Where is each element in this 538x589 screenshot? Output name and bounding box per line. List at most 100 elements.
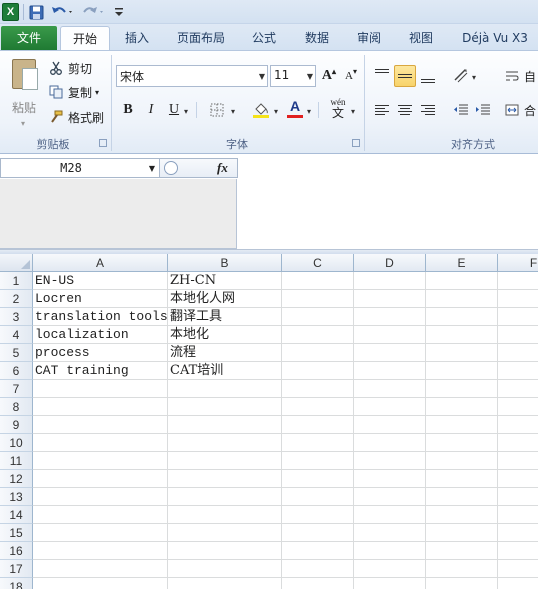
grow-font-button[interactable]: A ▴ [318, 65, 340, 87]
undo-icon[interactable] [49, 3, 75, 21]
cell-e13[interactable] [426, 488, 498, 506]
cell-e12[interactable] [426, 470, 498, 488]
cell-d16[interactable] [354, 542, 426, 560]
cell-d6[interactable] [354, 362, 426, 380]
column-header-d[interactable]: D [354, 254, 426, 272]
cell-a4[interactable]: localization [33, 326, 168, 344]
save-icon[interactable] [27, 3, 45, 21]
cell-c14[interactable] [282, 506, 354, 524]
increase-indent-button[interactable] [472, 99, 494, 121]
redo-icon[interactable] [80, 3, 106, 21]
cell-d8[interactable] [354, 398, 426, 416]
row-header[interactable]: 6 [0, 362, 33, 380]
column-header-b[interactable]: B [168, 254, 282, 272]
tab-data[interactable]: 数据 [296, 26, 338, 50]
cell-c8[interactable] [282, 398, 354, 416]
cell-c4[interactable] [282, 326, 354, 344]
cell-d10[interactable] [354, 434, 426, 452]
cell-f13[interactable] [498, 488, 538, 506]
cell-d13[interactable] [354, 488, 426, 506]
cell-a2[interactable]: Locren [33, 290, 168, 308]
cell-b13[interactable] [168, 488, 282, 506]
tab-home[interactable]: 开始 [60, 26, 110, 50]
format-painter-button[interactable]: 格式刷 [48, 107, 104, 127]
row-header[interactable]: 3 [0, 308, 33, 326]
cut-button[interactable]: 剪切 [48, 58, 92, 78]
cell-d3[interactable] [354, 308, 426, 326]
cell-c1[interactable] [282, 272, 354, 290]
cell-a7[interactable] [33, 380, 168, 398]
cell-e18[interactable] [426, 578, 498, 589]
cell-a15[interactable] [33, 524, 168, 542]
cell-e10[interactable] [426, 434, 498, 452]
cell-d12[interactable] [354, 470, 426, 488]
cell-a11[interactable] [33, 452, 168, 470]
decrease-indent-button[interactable] [450, 99, 472, 121]
paste-button[interactable]: 粘贴 ▾ [8, 57, 40, 128]
clipboard-launcher-icon[interactable] [99, 139, 107, 147]
worksheet-grid[interactable]: A B C D E F 1 EN-US ZH-CN 2 Locren 本地化人网 3 tran… [0, 254, 538, 589]
cell-f9[interactable] [498, 416, 538, 434]
cell-c17[interactable] [282, 560, 354, 578]
cell-b11[interactable] [168, 452, 282, 470]
row-header[interactable]: 5 [0, 344, 33, 362]
tab-review[interactable]: 审阅 [348, 26, 390, 50]
cell-e6[interactable] [426, 362, 498, 380]
cell-c12[interactable] [282, 470, 354, 488]
cell-f4[interactable] [498, 326, 538, 344]
cell-f5[interactable] [498, 344, 538, 362]
merge-center-button[interactable]: 合 [504, 100, 536, 120]
formula-input[interactable] [238, 158, 538, 178]
cell-b14[interactable] [168, 506, 282, 524]
cell-e9[interactable] [426, 416, 498, 434]
cell-a12[interactable] [33, 470, 168, 488]
cell-e5[interactable] [426, 344, 498, 362]
cell-d9[interactable] [354, 416, 426, 434]
bold-button[interactable]: B [117, 99, 139, 121]
cell-b5[interactable]: 流程 [168, 344, 282, 362]
cell-d18[interactable] [354, 578, 426, 589]
row-header[interactable]: 15 [0, 524, 33, 542]
underline-button[interactable]: U [163, 99, 185, 121]
row-header[interactable]: 12 [0, 470, 33, 488]
row-header[interactable]: 9 [0, 416, 33, 434]
cell-e15[interactable] [426, 524, 498, 542]
align-center-button[interactable] [394, 99, 416, 121]
cell-a16[interactable] [33, 542, 168, 560]
italic-button[interactable]: I [140, 99, 162, 121]
excel-logo-icon[interactable]: X [2, 3, 19, 21]
cell-f7[interactable] [498, 380, 538, 398]
cell-d7[interactable] [354, 380, 426, 398]
cell-b17[interactable] [168, 560, 282, 578]
cell-c16[interactable] [282, 542, 354, 560]
row-header[interactable]: 10 [0, 434, 33, 452]
cell-f14[interactable] [498, 506, 538, 524]
cell-b18[interactable] [168, 578, 282, 589]
cell-e11[interactable] [426, 452, 498, 470]
cell-e8[interactable] [426, 398, 498, 416]
font-color-button[interactable]: A [284, 97, 306, 119]
cell-d4[interactable] [354, 326, 426, 344]
align-bottom-button[interactable] [417, 65, 439, 87]
cell-c3[interactable] [282, 308, 354, 326]
align-left-button[interactable] [371, 99, 393, 121]
cell-c18[interactable] [282, 578, 354, 589]
cell-d1[interactable] [354, 272, 426, 290]
cell-b6[interactable]: CAT培训 [168, 362, 282, 380]
column-header-f[interactable]: F [498, 254, 538, 272]
column-header-a[interactable]: A [33, 254, 168, 272]
fill-color-button[interactable] [250, 99, 272, 121]
cell-f3[interactable] [498, 308, 538, 326]
cell-b2[interactable]: 本地化人网 [168, 290, 282, 308]
cell-f12[interactable] [498, 470, 538, 488]
column-header-c[interactable]: C [282, 254, 354, 272]
cell-b12[interactable] [168, 470, 282, 488]
copy-button[interactable]: 复制 ▾ [48, 82, 99, 102]
insert-function-icon[interactable]: fx [217, 160, 228, 176]
align-top-button[interactable] [371, 65, 393, 87]
cell-d11[interactable] [354, 452, 426, 470]
cell-c15[interactable] [282, 524, 354, 542]
cell-d15[interactable] [354, 524, 426, 542]
cell-e14[interactable] [426, 506, 498, 524]
cell-f1[interactable] [498, 272, 538, 290]
